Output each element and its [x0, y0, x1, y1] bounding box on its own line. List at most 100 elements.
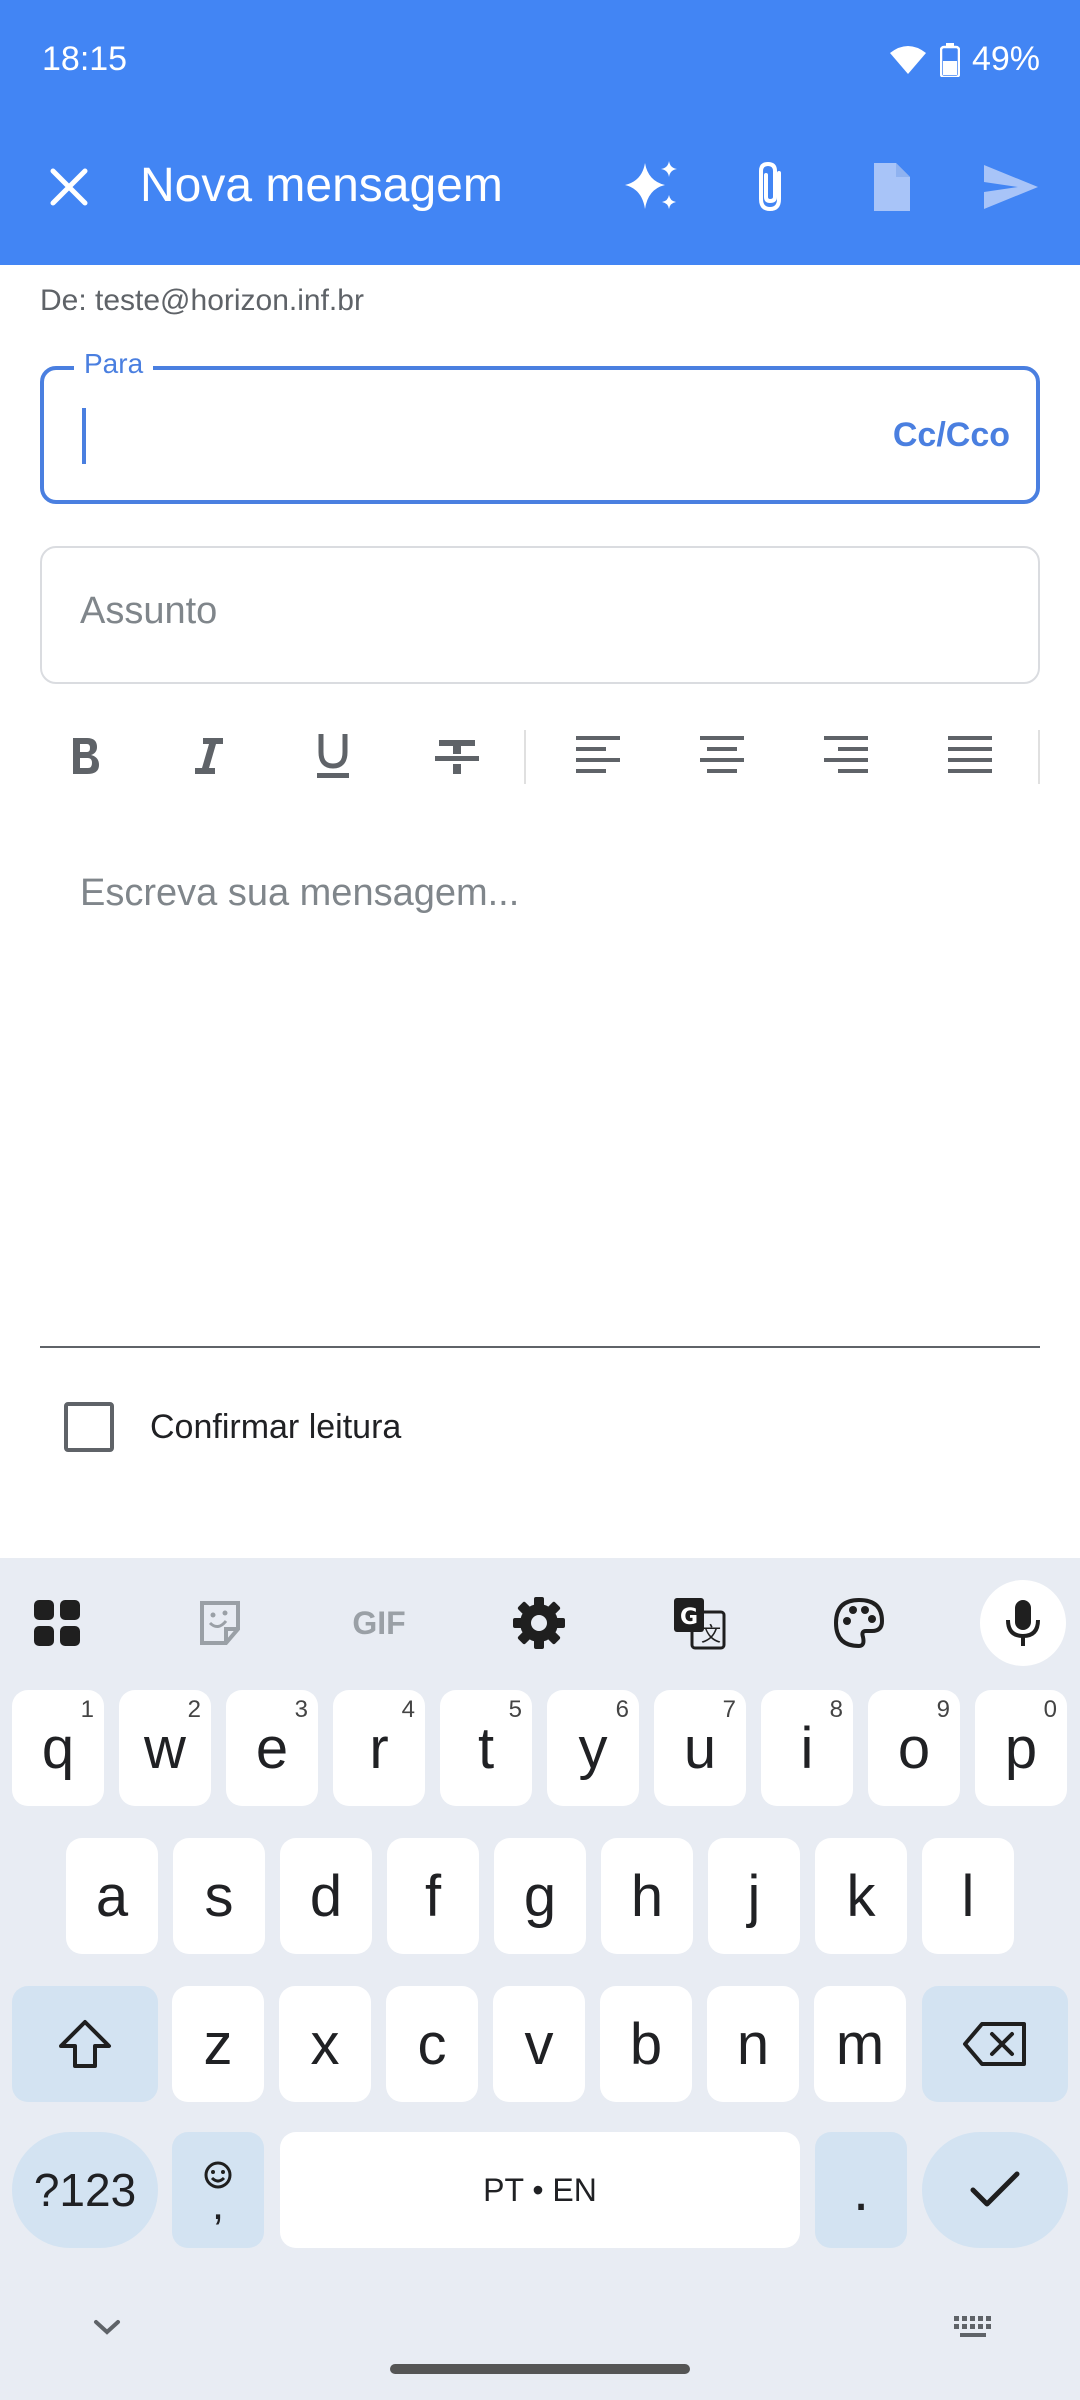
read-receipt-row[interactable]: Confirmar leitura: [64, 1402, 401, 1452]
key-l[interactable]: l: [922, 1838, 1014, 1954]
format-toolbar: [40, 716, 1060, 796]
align-left-button[interactable]: [553, 716, 643, 796]
backspace-key[interactable]: [922, 1986, 1068, 2102]
page-title: Nova mensagem: [140, 159, 503, 212]
key-j[interactable]: j: [708, 1838, 800, 1954]
theme-button[interactable]: [814, 1578, 904, 1668]
period-key[interactable]: .: [815, 2132, 907, 2248]
svg-text:G: G: [680, 1605, 698, 1630]
bold-icon: [73, 738, 99, 774]
read-receipt-label: Confirmar leitura: [150, 1407, 402, 1446]
keyboard-switch-button[interactable]: [928, 2282, 1018, 2372]
key-hint: 7: [722, 1696, 736, 1723]
key-f[interactable]: f: [387, 1838, 479, 1954]
key-label: o: [897, 1715, 931, 1781]
document-icon: [874, 163, 910, 211]
close-button[interactable]: [24, 142, 114, 232]
backspace-icon: [963, 2022, 1026, 2066]
key-r[interactable]: r4: [333, 1690, 425, 1806]
key-z[interactable]: z: [172, 1986, 264, 2102]
key-t[interactable]: t5: [440, 1690, 532, 1806]
key-q[interactable]: q1: [12, 1690, 104, 1806]
apps-button[interactable]: [12, 1578, 102, 1668]
key-u[interactable]: u7: [654, 1690, 746, 1806]
key-c[interactable]: c: [386, 1986, 478, 2102]
sparkle-icon: [625, 161, 677, 209]
key-h[interactable]: h: [601, 1838, 693, 1954]
chevron-down-icon: [94, 2320, 120, 2335]
send-icon: [984, 165, 1038, 209]
key-label: c: [417, 2011, 447, 2077]
align-center-icon: [700, 736, 744, 773]
symbols-key[interactable]: ?123: [12, 2132, 158, 2248]
key-hint: 5: [508, 1696, 522, 1723]
italic-icon: [195, 738, 223, 774]
to-field[interactable]: Para Cc/Cco: [40, 348, 1040, 504]
wifi-icon: [889, 45, 926, 74]
shift-key[interactable]: [12, 1986, 158, 2102]
italic-button[interactable]: [164, 716, 254, 796]
hide-keyboard-button[interactable]: [62, 2282, 152, 2372]
key-i[interactable]: i8: [761, 1690, 853, 1806]
key-s[interactable]: s: [173, 1838, 265, 1954]
key-o[interactable]: o9: [868, 1690, 960, 1806]
justify-button[interactable]: [925, 716, 1015, 796]
bold-button[interactable]: [40, 716, 130, 796]
voice-input-button[interactable]: [980, 1580, 1066, 1666]
key-hint: 2: [187, 1696, 201, 1723]
key-label: w: [144, 1715, 186, 1781]
align-right-button[interactable]: [801, 716, 891, 796]
cc-bcc-button[interactable]: Cc/Cco: [893, 416, 1010, 455]
key-hint: 0: [1043, 1696, 1057, 1723]
key-n[interactable]: n: [707, 1986, 799, 2102]
underline-button[interactable]: [288, 716, 378, 796]
translate-button[interactable]: G文: [654, 1578, 744, 1668]
palette-icon: [833, 1597, 885, 1649]
key-y[interactable]: y6: [547, 1690, 639, 1806]
key-label: e: [255, 1715, 289, 1781]
toolbar-divider: [1038, 730, 1040, 784]
key-g[interactable]: g: [494, 1838, 586, 1954]
space-key[interactable]: PT • EN: [280, 2132, 800, 2248]
subject-field[interactable]: Assunto: [40, 546, 1040, 684]
attach-button[interactable]: [726, 142, 816, 232]
draft-button[interactable]: [846, 142, 936, 232]
key-k[interactable]: k: [815, 1838, 907, 1954]
strikethrough-button[interactable]: [412, 716, 502, 796]
key-label: v: [524, 2011, 554, 2077]
underline-icon: [317, 734, 349, 778]
key-label: q: [41, 1715, 75, 1781]
key-hint: 9: [936, 1696, 950, 1723]
key-d[interactable]: d: [280, 1838, 372, 1954]
body-divider: [40, 1346, 1040, 1348]
align-center-button[interactable]: [677, 716, 767, 796]
emoji-comma-key[interactable]: ,: [172, 2132, 264, 2248]
key-m[interactable]: m: [814, 1986, 906, 2102]
microphone-icon: [1006, 1600, 1040, 1646]
message-body-placeholder[interactable]: Escreva sua mensagem...: [80, 872, 519, 915]
read-receipt-checkbox[interactable]: [64, 1402, 114, 1452]
key-hint: 1: [80, 1696, 94, 1723]
enter-key[interactable]: [922, 2132, 1068, 2248]
svg-text:文: 文: [701, 1622, 721, 1646]
key-label: d: [309, 1863, 343, 1929]
key-a[interactable]: a: [66, 1838, 158, 1954]
key-label: s: [204, 1863, 234, 1929]
key-b[interactable]: b: [600, 1986, 692, 2102]
key-x[interactable]: x: [279, 1986, 371, 2102]
ai-assist-button[interactable]: [606, 142, 696, 232]
compose-screen: 18:15 49% Nova mensagem De: teste@horizo…: [0, 0, 1080, 2400]
key-w[interactable]: w2: [119, 1690, 211, 1806]
key-hint: 4: [401, 1696, 415, 1723]
key-p[interactable]: p0: [975, 1690, 1067, 1806]
translate-icon: G文: [674, 1598, 726, 1650]
gif-button[interactable]: GIF: [334, 1578, 424, 1668]
toolbar-divider: [524, 730, 526, 784]
key-v[interactable]: v: [493, 1986, 585, 2102]
sticker-button[interactable]: [175, 1578, 265, 1668]
send-button[interactable]: [966, 142, 1056, 232]
key-e[interactable]: e3: [226, 1690, 318, 1806]
keyboard-settings-button[interactable]: [494, 1578, 584, 1668]
key-label: t: [477, 1715, 495, 1781]
home-indicator[interactable]: [390, 2364, 690, 2374]
